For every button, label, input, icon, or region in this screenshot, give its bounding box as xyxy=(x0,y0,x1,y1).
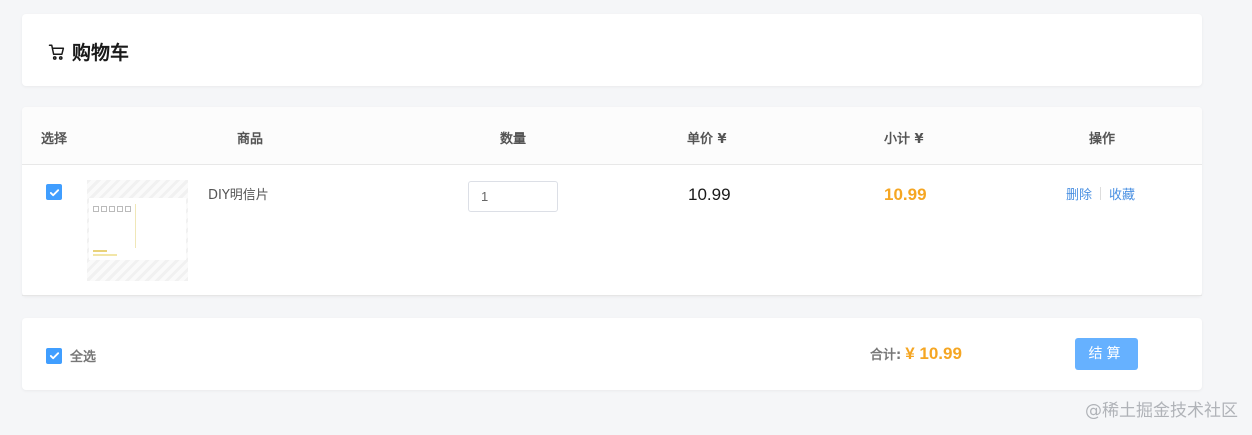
cart-icon xyxy=(48,44,65,60)
select-all-checkbox[interactable] xyxy=(46,347,62,364)
row-checkbox[interactable] xyxy=(46,184,62,200)
column-header-product: 商品 xyxy=(237,132,264,147)
total-label: 合计: xyxy=(870,348,902,363)
favorite-link[interactable]: 收藏 xyxy=(1109,184,1135,203)
action-divider xyxy=(1100,187,1102,200)
checkmark-icon xyxy=(49,352,59,360)
page-title: 购物车 xyxy=(48,38,129,65)
product-thumbnail[interactable] xyxy=(87,180,188,281)
watermark: @稀土掘金技术社区 xyxy=(1085,401,1238,421)
page-title-text: 购物车 xyxy=(72,42,130,64)
select-all[interactable]: 全选 xyxy=(46,346,96,365)
select-all-label: 全选 xyxy=(70,350,97,365)
checkmark-icon xyxy=(49,188,59,196)
column-header-actions: 操作 xyxy=(1089,132,1116,147)
cart-table: 选择 商品 数量 单价 ¥ 小计 ¥ 操作 DIY明信片 10 xyxy=(22,107,1202,296)
cart-footer: 全选 合计: ¥ 10.99 结算 xyxy=(22,318,1202,390)
product-name[interactable]: DIY明信片 xyxy=(208,184,269,203)
table-header: 选择 商品 数量 单价 ¥ 小计 ¥ 操作 xyxy=(22,107,1202,165)
checkout-button[interactable]: 结算 xyxy=(1075,338,1138,370)
cart-total: 合计: ¥ 10.99 xyxy=(870,344,962,364)
row-actions: 删除 收藏 xyxy=(1066,184,1135,203)
table-row: DIY明信片 10.99 10.99 删除 收藏 xyxy=(22,165,1202,296)
delete-link[interactable]: 删除 xyxy=(1066,184,1092,203)
row-subtotal: 10.99 xyxy=(884,185,927,204)
cart-header-card: 购物车 xyxy=(22,14,1202,86)
column-header-subtotal: 小计 ¥ xyxy=(884,132,924,147)
quantity-input[interactable] xyxy=(468,181,558,212)
column-header-unit-price: 单价 ¥ xyxy=(687,132,727,147)
total-value: ¥ 10.99 xyxy=(905,344,962,363)
column-header-quantity: 数量 xyxy=(500,132,527,147)
unit-price: 10.99 xyxy=(688,185,731,204)
column-header-select: 选择 xyxy=(41,132,68,147)
